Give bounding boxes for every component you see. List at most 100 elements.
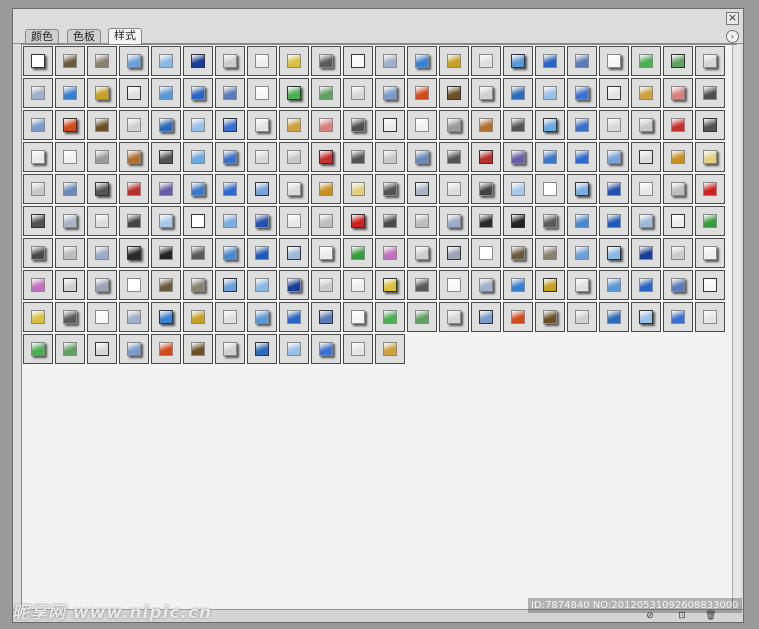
style-swatch[interactable] xyxy=(55,206,85,236)
style-swatch[interactable] xyxy=(695,78,725,108)
style-swatch[interactable] xyxy=(343,174,373,204)
style-swatch[interactable] xyxy=(471,78,501,108)
style-swatch[interactable] xyxy=(279,142,309,172)
vertical-scrollbar[interactable] xyxy=(732,45,741,611)
style-swatch[interactable] xyxy=(567,46,597,76)
style-swatch[interactable] xyxy=(247,302,277,332)
style-swatch[interactable] xyxy=(311,238,341,268)
style-swatch[interactable] xyxy=(151,46,181,76)
style-swatch[interactable] xyxy=(471,206,501,236)
style-swatch[interactable] xyxy=(87,174,117,204)
style-swatch[interactable] xyxy=(663,142,693,172)
style-swatch[interactable] xyxy=(247,46,277,76)
style-swatch[interactable] xyxy=(279,78,309,108)
style-swatch[interactable] xyxy=(599,46,629,76)
style-swatch[interactable] xyxy=(279,174,309,204)
style-swatch[interactable] xyxy=(87,270,117,300)
style-swatch[interactable] xyxy=(247,110,277,140)
style-swatch[interactable] xyxy=(599,270,629,300)
style-swatch[interactable] xyxy=(55,334,85,364)
style-swatch[interactable] xyxy=(695,206,725,236)
style-swatch[interactable] xyxy=(119,142,149,172)
style-swatch[interactable] xyxy=(183,46,213,76)
style-swatch[interactable] xyxy=(567,174,597,204)
style-swatch[interactable] xyxy=(119,302,149,332)
style-swatch[interactable] xyxy=(503,238,533,268)
style-swatch[interactable] xyxy=(183,142,213,172)
style-swatch[interactable] xyxy=(151,302,181,332)
style-swatch[interactable] xyxy=(23,110,53,140)
style-swatch[interactable] xyxy=(247,206,277,236)
style-swatch[interactable] xyxy=(471,238,501,268)
style-swatch[interactable] xyxy=(343,238,373,268)
style-swatch[interactable] xyxy=(631,238,661,268)
style-swatch[interactable] xyxy=(471,270,501,300)
style-swatch[interactable] xyxy=(599,78,629,108)
style-swatch[interactable] xyxy=(695,302,725,332)
style-swatch[interactable] xyxy=(407,110,437,140)
style-swatch[interactable] xyxy=(215,174,245,204)
style-swatch[interactable] xyxy=(311,334,341,364)
style-swatch[interactable] xyxy=(375,78,405,108)
style-swatch[interactable] xyxy=(631,78,661,108)
style-swatch[interactable] xyxy=(311,46,341,76)
style-swatch[interactable] xyxy=(375,46,405,76)
style-swatch[interactable] xyxy=(375,206,405,236)
style-swatch[interactable] xyxy=(695,174,725,204)
style-swatch[interactable] xyxy=(631,206,661,236)
style-swatch[interactable] xyxy=(23,174,53,204)
style-swatch[interactable] xyxy=(503,46,533,76)
style-swatch[interactable] xyxy=(23,334,53,364)
style-swatch[interactable] xyxy=(311,174,341,204)
style-swatch[interactable] xyxy=(55,302,85,332)
style-swatch[interactable] xyxy=(87,142,117,172)
style-swatch[interactable] xyxy=(311,110,341,140)
style-swatch[interactable] xyxy=(503,78,533,108)
style-swatch[interactable] xyxy=(87,206,117,236)
style-swatch[interactable] xyxy=(215,142,245,172)
style-swatch[interactable] xyxy=(375,142,405,172)
tab-styles[interactable]: 样式 xyxy=(108,28,142,44)
new-style-icon[interactable]: ⊡ xyxy=(677,612,687,621)
style-swatch[interactable] xyxy=(663,270,693,300)
style-swatch[interactable] xyxy=(183,110,213,140)
style-swatch[interactable] xyxy=(663,302,693,332)
style-swatch[interactable] xyxy=(663,46,693,76)
style-swatch[interactable] xyxy=(279,110,309,140)
style-swatch[interactable] xyxy=(23,142,53,172)
style-swatch[interactable] xyxy=(631,142,661,172)
style-swatch[interactable] xyxy=(119,110,149,140)
style-swatch[interactable] xyxy=(87,238,117,268)
style-swatch[interactable] xyxy=(663,238,693,268)
style-swatch[interactable] xyxy=(599,142,629,172)
style-swatch[interactable] xyxy=(247,174,277,204)
style-swatch[interactable] xyxy=(407,142,437,172)
style-swatch[interactable] xyxy=(119,270,149,300)
style-swatch[interactable] xyxy=(695,46,725,76)
style-swatch[interactable] xyxy=(247,78,277,108)
style-swatch[interactable] xyxy=(471,110,501,140)
style-swatch[interactable] xyxy=(439,270,469,300)
style-swatch[interactable] xyxy=(695,270,725,300)
style-swatch[interactable] xyxy=(87,110,117,140)
style-swatch[interactable] xyxy=(279,270,309,300)
style-swatch[interactable] xyxy=(599,174,629,204)
style-swatch[interactable] xyxy=(407,238,437,268)
style-swatch[interactable] xyxy=(471,174,501,204)
style-swatch[interactable] xyxy=(183,206,213,236)
style-swatch[interactable] xyxy=(311,302,341,332)
style-swatch[interactable] xyxy=(407,302,437,332)
style-swatch[interactable] xyxy=(567,206,597,236)
style-swatch[interactable] xyxy=(215,78,245,108)
style-swatch[interactable] xyxy=(151,174,181,204)
style-swatch[interactable] xyxy=(215,302,245,332)
style-swatch[interactable] xyxy=(119,78,149,108)
style-swatch[interactable] xyxy=(375,270,405,300)
style-swatch[interactable] xyxy=(119,238,149,268)
style-swatch[interactable] xyxy=(503,110,533,140)
style-swatch[interactable] xyxy=(279,46,309,76)
style-swatch[interactable] xyxy=(439,238,469,268)
style-swatch[interactable] xyxy=(695,142,725,172)
style-swatch[interactable] xyxy=(567,110,597,140)
style-swatch[interactable] xyxy=(407,270,437,300)
